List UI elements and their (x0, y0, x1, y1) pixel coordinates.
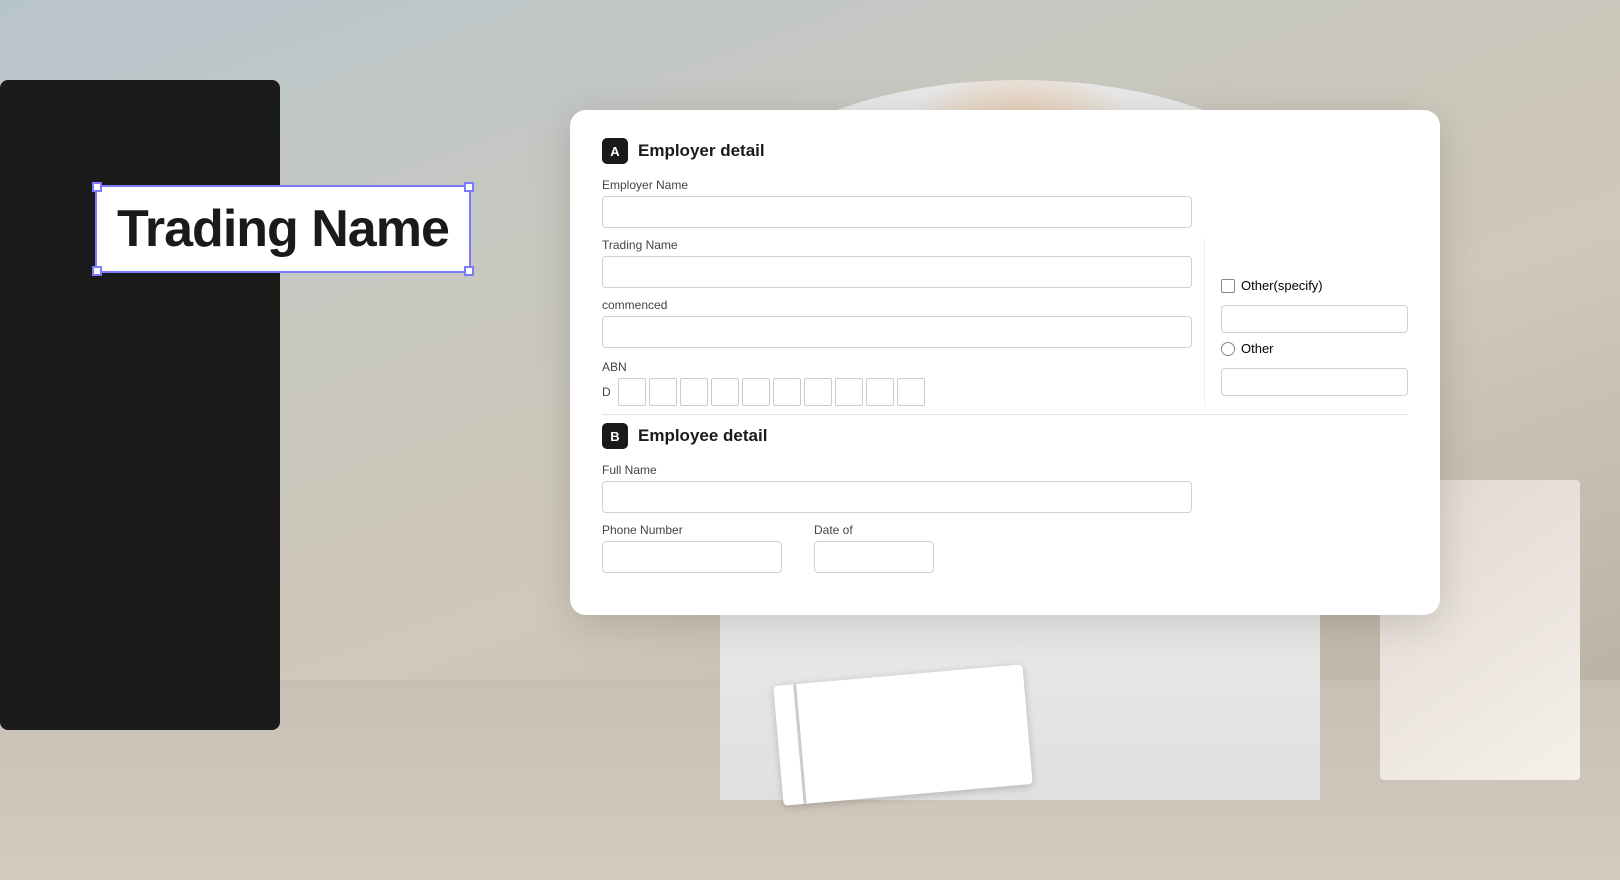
trading-name-display: Trading Name (117, 200, 449, 258)
abn-cell-3[interactable] (680, 378, 708, 406)
employer-name-label: Employer Name (602, 178, 1192, 192)
trading-name-overlay[interactable]: Trading Name (95, 185, 471, 273)
employer-name-group: Employer Name (602, 178, 1192, 228)
abn-cell-5[interactable] (742, 378, 770, 406)
phone-date-row: Phone Number Date of (602, 523, 1192, 583)
abn-cell-1[interactable] (618, 378, 646, 406)
phone-number-group: Phone Number (602, 523, 802, 573)
abn-cell-8[interactable] (835, 378, 863, 406)
full-name-label: Full Name (602, 463, 1192, 477)
abn-cell-6[interactable] (773, 378, 801, 406)
trading-name-label: Trading Name (602, 238, 1192, 252)
trading-name-selected-box[interactable]: Trading Name (95, 185, 471, 273)
date-of-label: Date of (814, 523, 954, 537)
monitor-left (0, 80, 280, 730)
right-options-col: Other(specify) Other (1204, 238, 1408, 406)
resize-handle-top-right[interactable] (464, 182, 474, 192)
date-commenced-label: commenced (602, 298, 1192, 312)
full-name-input[interactable] (602, 481, 1192, 513)
form-card: A Employer detail Employer Name Trading … (570, 110, 1440, 615)
section-divider (602, 414, 1408, 415)
abn-label: ABN (602, 360, 1192, 374)
section-a-title: Employer detail (638, 141, 765, 161)
section-b-badge: B (602, 423, 628, 449)
phone-number-label: Phone Number (602, 523, 802, 537)
trading-name-group: Trading Name (602, 238, 1192, 288)
phone-number-input[interactable] (602, 541, 782, 573)
date-commenced-group: commenced (602, 298, 1192, 348)
resize-handle-top-left[interactable] (92, 182, 102, 192)
other-specify-checkbox[interactable] (1221, 279, 1235, 293)
date-of-group: Date of (814, 523, 954, 573)
abn-cell-7[interactable] (804, 378, 832, 406)
other-specify-checkbox-row: Other(specify) (1221, 278, 1408, 293)
section-a-badge: A (602, 138, 628, 164)
full-name-group: Full Name (602, 463, 1192, 513)
date-commenced-input[interactable] (602, 316, 1192, 348)
section-b-title: Employee detail (638, 426, 767, 446)
date-of-input[interactable] (814, 541, 934, 573)
abn-cell-9[interactable] (866, 378, 894, 406)
other-radio-group: Other (1221, 341, 1408, 404)
other-radio-label: Other (1241, 341, 1274, 356)
section-b-header: B Employee detail (602, 423, 1408, 449)
trading-name-input[interactable] (602, 256, 1192, 288)
scene: A Employer detail Employer Name Trading … (0, 0, 1620, 880)
abn-cell-10[interactable] (897, 378, 925, 406)
employer-name-input[interactable] (602, 196, 1192, 228)
other-radio-row: Other (1221, 341, 1408, 356)
other-specify-group: Other(specify) (1221, 278, 1408, 341)
abn-cell-2[interactable] (649, 378, 677, 406)
notebook (773, 664, 1033, 805)
other-radio[interactable] (1221, 342, 1235, 356)
abn-group: ABN D (602, 360, 1192, 406)
other-specify-input[interactable] (1221, 305, 1408, 333)
abn-prefix: D (602, 378, 615, 406)
abn-cells: D (602, 378, 1192, 406)
other-radio-input[interactable] (1221, 368, 1408, 396)
abn-cell-4[interactable] (711, 378, 739, 406)
section-a-header: A Employer detail (602, 138, 1408, 164)
resize-handle-bottom-right[interactable] (464, 266, 474, 276)
resize-handle-bottom-left[interactable] (92, 266, 102, 276)
other-specify-label: Other(specify) (1241, 278, 1323, 293)
